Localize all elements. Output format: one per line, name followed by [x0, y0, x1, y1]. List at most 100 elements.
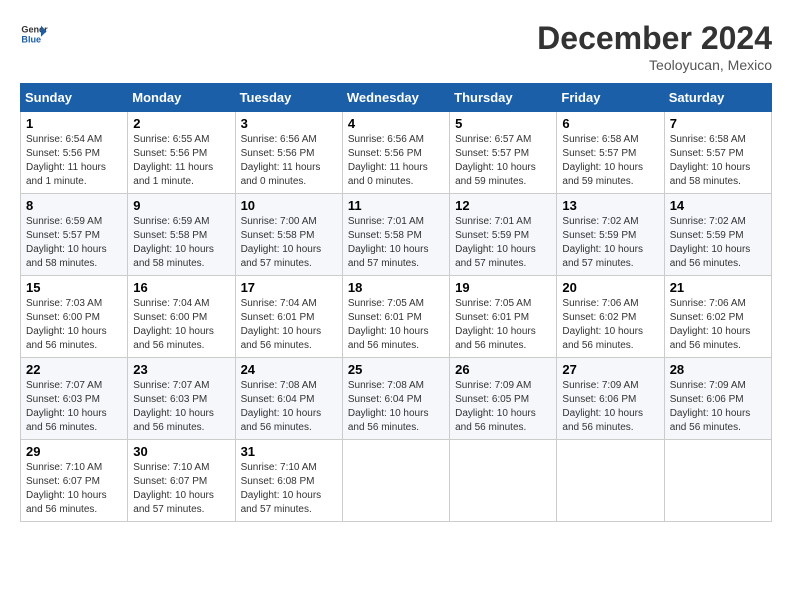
calendar-table: SundayMondayTuesdayWednesdayThursdayFrid… — [20, 83, 772, 522]
calendar-day-cell: 12Sunrise: 7:01 AM Sunset: 5:59 PM Dayli… — [450, 194, 557, 276]
calendar-day-cell: 25Sunrise: 7:08 AM Sunset: 6:04 PM Dayli… — [342, 358, 449, 440]
day-number: 14 — [670, 198, 766, 213]
calendar-week-row: 22 Sunrise: 7:07 AM Sunset: 6:03 PM Dayli… — [21, 358, 772, 440]
calendar-day-cell: 20 Sunrise: 7:06 AM Sunset: 6:02 PM Dayli… — [557, 276, 664, 358]
day-number: 6 — [562, 116, 658, 131]
title-block: December 2024 Teoloyucan, Mexico — [537, 20, 772, 73]
day-info: Sunrise: 7:04 AM Sunset: 6:00 PM Dayligh… — [133, 297, 229, 353]
calendar-day-cell: 24Sunrise: 7:08 AM Sunset: 6:04 PM Dayli… — [235, 358, 342, 440]
day-info: Sunrise: 6:54 AM Sunset: 5:56 PM Dayligh… — [26, 133, 122, 189]
day-info: Sunrise: 7:07 AM Sunset: 6:03 PM Dayligh… — [26, 379, 122, 435]
day-number: 5 — [455, 116, 551, 131]
calendar-day-cell: 22 Sunrise: 7:07 AM Sunset: 6:03 PM Dayli… — [21, 358, 128, 440]
day-info: Sunrise: 7:10 AM Sunset: 6:08 PM Dayligh… — [241, 461, 337, 517]
day-info: Sunrise: 7:05 AM Sunset: 6:01 PM Dayligh… — [348, 297, 444, 353]
calendar-day-cell: 28Sunrise: 7:09 AM Sunset: 6:06 PM Dayli… — [664, 358, 771, 440]
day-info: Sunrise: 7:07 AM Sunset: 6:03 PM Dayligh… — [133, 379, 229, 435]
day-number: 29 — [26, 444, 122, 459]
calendar-day-cell: 8 Sunrise: 6:59 AM Sunset: 5:57 PM Daylig… — [21, 194, 128, 276]
calendar-day-cell: 2 Sunrise: 6:55 AM Sunset: 5:56 PM Daylig… — [128, 112, 235, 194]
svg-text:Blue: Blue — [21, 34, 41, 44]
day-info: Sunrise: 7:05 AM Sunset: 6:01 PM Dayligh… — [455, 297, 551, 353]
day-info: Sunrise: 7:00 AM Sunset: 5:58 PM Dayligh… — [241, 215, 337, 271]
calendar-day-cell: 21 Sunrise: 7:06 AM Sunset: 6:02 PM Dayli… — [664, 276, 771, 358]
empty-cell — [557, 440, 664, 522]
day-number: 2 — [133, 116, 229, 131]
calendar-day-cell: 26 Sunrise: 7:09 AM Sunset: 6:05 PM Dayli… — [450, 358, 557, 440]
day-info: Sunrise: 7:10 AM Sunset: 6:07 PM Dayligh… — [133, 461, 229, 517]
calendar-week-row: 29 Sunrise: 7:10 AM Sunset: 6:07 PM Dayli… — [21, 440, 772, 522]
calendar-day-cell: 18 Sunrise: 7:05 AM Sunset: 6:01 PM Dayli… — [342, 276, 449, 358]
day-number: 15 — [26, 280, 122, 295]
day-info: Sunrise: 7:09 AM Sunset: 6:06 PM Dayligh… — [562, 379, 658, 435]
weekday-header-thursday: Thursday — [450, 84, 557, 112]
day-number: 18 — [348, 280, 444, 295]
day-number: 10 — [241, 198, 337, 213]
day-number: 22 — [26, 362, 122, 377]
calendar-day-cell: 27 Sunrise: 7:09 AM Sunset: 6:06 PM Dayli… — [557, 358, 664, 440]
day-number: 9 — [133, 198, 229, 213]
calendar-day-cell: 5 Sunrise: 6:57 AM Sunset: 5:57 PM Daylig… — [450, 112, 557, 194]
calendar-week-row: 15Sunrise: 7:03 AM Sunset: 6:00 PM Dayli… — [21, 276, 772, 358]
calendar-day-cell: 1Sunrise: 6:54 AM Sunset: 5:56 PM Daylig… — [21, 112, 128, 194]
day-number: 30 — [133, 444, 229, 459]
month-title: December 2024 — [537, 20, 772, 57]
weekday-header-tuesday: Tuesday — [235, 84, 342, 112]
weekday-header-saturday: Saturday — [664, 84, 771, 112]
calendar-day-cell: 3Sunrise: 6:56 AM Sunset: 5:56 PM Daylig… — [235, 112, 342, 194]
day-info: Sunrise: 7:01 AM Sunset: 5:58 PM Dayligh… — [348, 215, 444, 271]
calendar-day-cell: 23 Sunrise: 7:07 AM Sunset: 6:03 PM Dayli… — [128, 358, 235, 440]
day-info: Sunrise: 7:04 AM Sunset: 6:01 PM Dayligh… — [241, 297, 337, 353]
day-number: 28 — [670, 362, 766, 377]
empty-cell — [450, 440, 557, 522]
calendar-day-cell: 6 Sunrise: 6:58 AM Sunset: 5:57 PM Daylig… — [557, 112, 664, 194]
calendar-day-cell: 13 Sunrise: 7:02 AM Sunset: 5:59 PM Dayli… — [557, 194, 664, 276]
page-header: General Blue December 2024 Teoloyucan, M… — [20, 20, 772, 73]
weekday-header-friday: Friday — [557, 84, 664, 112]
calendar-day-cell: 14 Sunrise: 7:02 AM Sunset: 5:59 PM Dayli… — [664, 194, 771, 276]
calendar-day-cell: 15Sunrise: 7:03 AM Sunset: 6:00 PM Dayli… — [21, 276, 128, 358]
day-number: 27 — [562, 362, 658, 377]
calendar-day-cell: 17 Sunrise: 7:04 AM Sunset: 6:01 PM Dayli… — [235, 276, 342, 358]
calendar-day-cell: 10 Sunrise: 7:00 AM Sunset: 5:58 PM Dayli… — [235, 194, 342, 276]
day-number: 25 — [348, 362, 444, 377]
day-info: Sunrise: 7:06 AM Sunset: 6:02 PM Dayligh… — [562, 297, 658, 353]
calendar-day-cell: 31Sunrise: 7:10 AM Sunset: 6:08 PM Dayli… — [235, 440, 342, 522]
day-info: Sunrise: 6:59 AM Sunset: 5:57 PM Dayligh… — [26, 215, 122, 271]
day-number: 4 — [348, 116, 444, 131]
day-number: 24 — [241, 362, 337, 377]
day-number: 11 — [348, 198, 444, 213]
day-number: 13 — [562, 198, 658, 213]
day-number: 12 — [455, 198, 551, 213]
day-number: 21 — [670, 280, 766, 295]
day-info: Sunrise: 7:09 AM Sunset: 6:05 PM Dayligh… — [455, 379, 551, 435]
weekday-header-sunday: Sunday — [21, 84, 128, 112]
day-number: 20 — [562, 280, 658, 295]
calendar-day-cell: 29 Sunrise: 7:10 AM Sunset: 6:07 PM Dayli… — [21, 440, 128, 522]
location: Teoloyucan, Mexico — [537, 57, 772, 73]
day-info: Sunrise: 7:06 AM Sunset: 6:02 PM Dayligh… — [670, 297, 766, 353]
day-number: 7 — [670, 116, 766, 131]
day-number: 16 — [133, 280, 229, 295]
day-number: 17 — [241, 280, 337, 295]
day-number: 26 — [455, 362, 551, 377]
empty-cell — [664, 440, 771, 522]
calendar-week-row: 1Sunrise: 6:54 AM Sunset: 5:56 PM Daylig… — [21, 112, 772, 194]
day-info: Sunrise: 7:02 AM Sunset: 5:59 PM Dayligh… — [562, 215, 658, 271]
day-info: Sunrise: 6:57 AM Sunset: 5:57 PM Dayligh… — [455, 133, 551, 189]
calendar-week-row: 8 Sunrise: 6:59 AM Sunset: 5:57 PM Daylig… — [21, 194, 772, 276]
calendar-day-cell: 30 Sunrise: 7:10 AM Sunset: 6:07 PM Dayli… — [128, 440, 235, 522]
day-info: Sunrise: 6:55 AM Sunset: 5:56 PM Dayligh… — [133, 133, 229, 189]
weekday-header-row: SundayMondayTuesdayWednesdayThursdayFrid… — [21, 84, 772, 112]
day-number: 23 — [133, 362, 229, 377]
calendar-day-cell: 11 Sunrise: 7:01 AM Sunset: 5:58 PM Dayli… — [342, 194, 449, 276]
day-info: Sunrise: 6:56 AM Sunset: 5:56 PM Dayligh… — [348, 133, 444, 189]
day-number: 8 — [26, 198, 122, 213]
day-info: Sunrise: 6:58 AM Sunset: 5:57 PM Dayligh… — [562, 133, 658, 189]
day-info: Sunrise: 7:10 AM Sunset: 6:07 PM Dayligh… — [26, 461, 122, 517]
day-info: Sunrise: 6:58 AM Sunset: 5:57 PM Dayligh… — [670, 133, 766, 189]
weekday-header-monday: Monday — [128, 84, 235, 112]
calendar-day-cell: 19Sunrise: 7:05 AM Sunset: 6:01 PM Dayli… — [450, 276, 557, 358]
day-info: Sunrise: 7:02 AM Sunset: 5:59 PM Dayligh… — [670, 215, 766, 271]
day-info: Sunrise: 6:56 AM Sunset: 5:56 PM Dayligh… — [241, 133, 337, 189]
